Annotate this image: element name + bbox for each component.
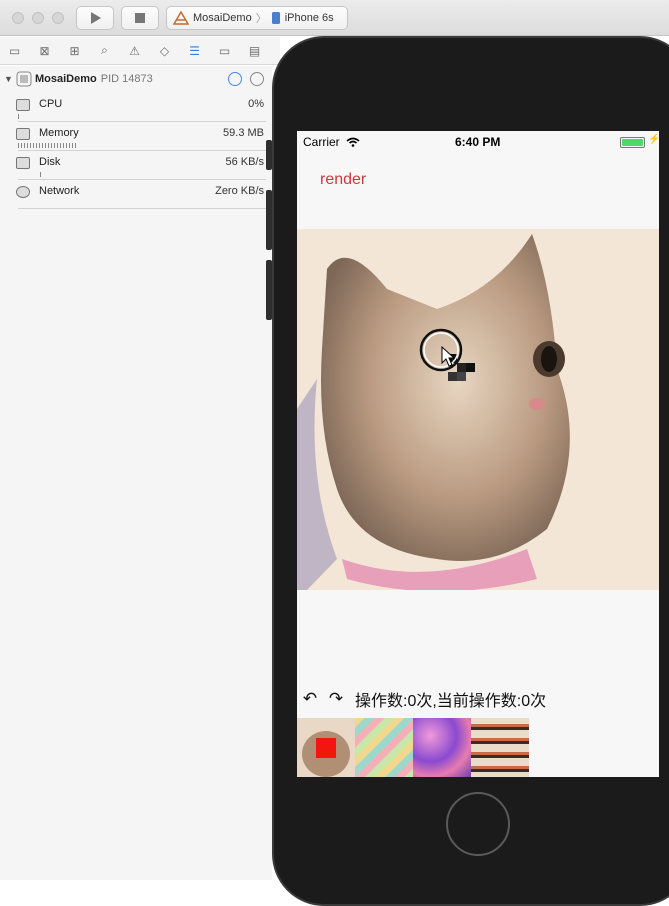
gauge-value: 56 KB/s [225, 156, 264, 168]
report-icon[interactable]: ▤ [246, 44, 263, 58]
gauge-bar [18, 114, 20, 119]
iphone-icon [271, 12, 280, 24]
memory-icon [16, 128, 30, 140]
redo-icon[interactable]: ↷ [323, 689, 349, 709]
run-button[interactable] [76, 6, 114, 30]
mute-switch [266, 140, 272, 170]
wifi-icon [346, 137, 360, 147]
simulator-screen: Carrier 6:40 PM ⚡ render ↶ ↷ 操作数:0次,当前操作… [297, 131, 659, 777]
cpu-icon [16, 99, 30, 111]
process-row[interactable]: ▼ MosaiDemo PID 14873 [4, 70, 266, 88]
charging-icon: ⚡ [648, 134, 659, 145]
home-button[interactable] [446, 792, 510, 856]
battery-icon [620, 137, 645, 148]
gauge-value: 59.3 MB [223, 127, 264, 139]
gauge-label: Network [39, 185, 80, 197]
style-thumb-purple[interactable] [413, 718, 471, 777]
search-icon[interactable]: ⌕ [96, 43, 113, 58]
app-target-icon [173, 11, 189, 25]
gauge-bar [40, 172, 42, 177]
memory-graph-icon[interactable] [250, 72, 264, 86]
process-pid: PID 14873 [100, 73, 153, 85]
disclosure-triangle-icon[interactable]: ▼ [4, 74, 16, 84]
divider [18, 150, 266, 151]
gauge-label: Disk [39, 156, 61, 168]
breakpoint-icon[interactable]: ▭ [216, 44, 233, 58]
app-icon [16, 71, 32, 87]
gauge-value: Zero KB/s [215, 185, 264, 197]
mosaic-style-picker [297, 718, 659, 777]
cpu-gauge[interactable]: CPU 0% [16, 98, 266, 123]
symbol-icon[interactable]: ⊞ [66, 44, 83, 58]
scheme-selector[interactable]: MosaiDemo 〉 iPhone 6s [166, 6, 348, 30]
cat-thumb-image [302, 731, 350, 777]
style-thumb-cat-red[interactable] [297, 718, 355, 777]
cat-photo [297, 229, 659, 590]
close-window-button[interactable] [12, 12, 24, 24]
mosaic-canvas-image[interactable] [297, 229, 659, 590]
volume-up-button [266, 190, 272, 250]
gauge-value: 0% [248, 98, 264, 110]
debug-navigator-icon[interactable]: ☰ [186, 44, 203, 58]
stop-icon [135, 13, 145, 23]
memory-gauge[interactable]: Memory 59.3 MB [16, 127, 266, 152]
carrier-label: Carrier [303, 135, 340, 149]
gauge-bar [18, 143, 76, 148]
test-icon[interactable]: ◇ [156, 44, 173, 58]
minimize-window-button[interactable] [32, 12, 44, 24]
xcode-toolbar: MosaiDemo 〉 iPhone 6s [0, 0, 669, 36]
scheme-device-name: iPhone 6s [284, 12, 334, 24]
render-button[interactable]: render [320, 171, 366, 189]
operation-count-text: 操作数:0次,当前操作数:0次 [355, 693, 547, 710]
play-icon [91, 12, 101, 24]
disk-gauge[interactable]: Disk 56 KB/s [16, 156, 266, 181]
gauge-view-icon[interactable] [228, 72, 242, 86]
disk-icon [16, 157, 30, 169]
stop-button[interactable] [121, 6, 159, 30]
network-icon [16, 186, 30, 198]
operation-bar: ↶ ↷ 操作数:0次,当前操作数:0次 [297, 688, 659, 710]
scheme-app-name: MosaiDemo [193, 12, 252, 24]
divider [18, 121, 266, 122]
gauge-label: Memory [39, 127, 79, 139]
divider [18, 179, 266, 180]
folder-icon[interactable]: ▭ [6, 44, 23, 58]
gauge-label: CPU [39, 98, 63, 110]
source-control-icon[interactable]: ⊠ [36, 44, 53, 58]
process-name: MosaiDemo [35, 73, 97, 85]
warning-icon[interactable]: ⚠ [126, 44, 143, 58]
network-gauge[interactable]: Network Zero KB/s [16, 185, 266, 210]
navigator-selector-bar: ▭ ⊠ ⊞ ⌕ ⚠ ◇ ☰ ▭ ▤ [0, 37, 280, 65]
status-bar: Carrier 6:40 PM ⚡ [297, 131, 659, 151]
volume-down-button [266, 260, 272, 320]
divider [18, 208, 266, 209]
style-thumb-tribal[interactable] [471, 718, 529, 777]
zoom-window-button[interactable] [52, 12, 64, 24]
style-thumb-stripes[interactable] [355, 718, 413, 777]
status-time: 6:40 PM [455, 135, 501, 149]
chevron-right-icon: 〉 [255, 13, 267, 25]
undo-icon[interactable]: ↶ [297, 689, 323, 709]
